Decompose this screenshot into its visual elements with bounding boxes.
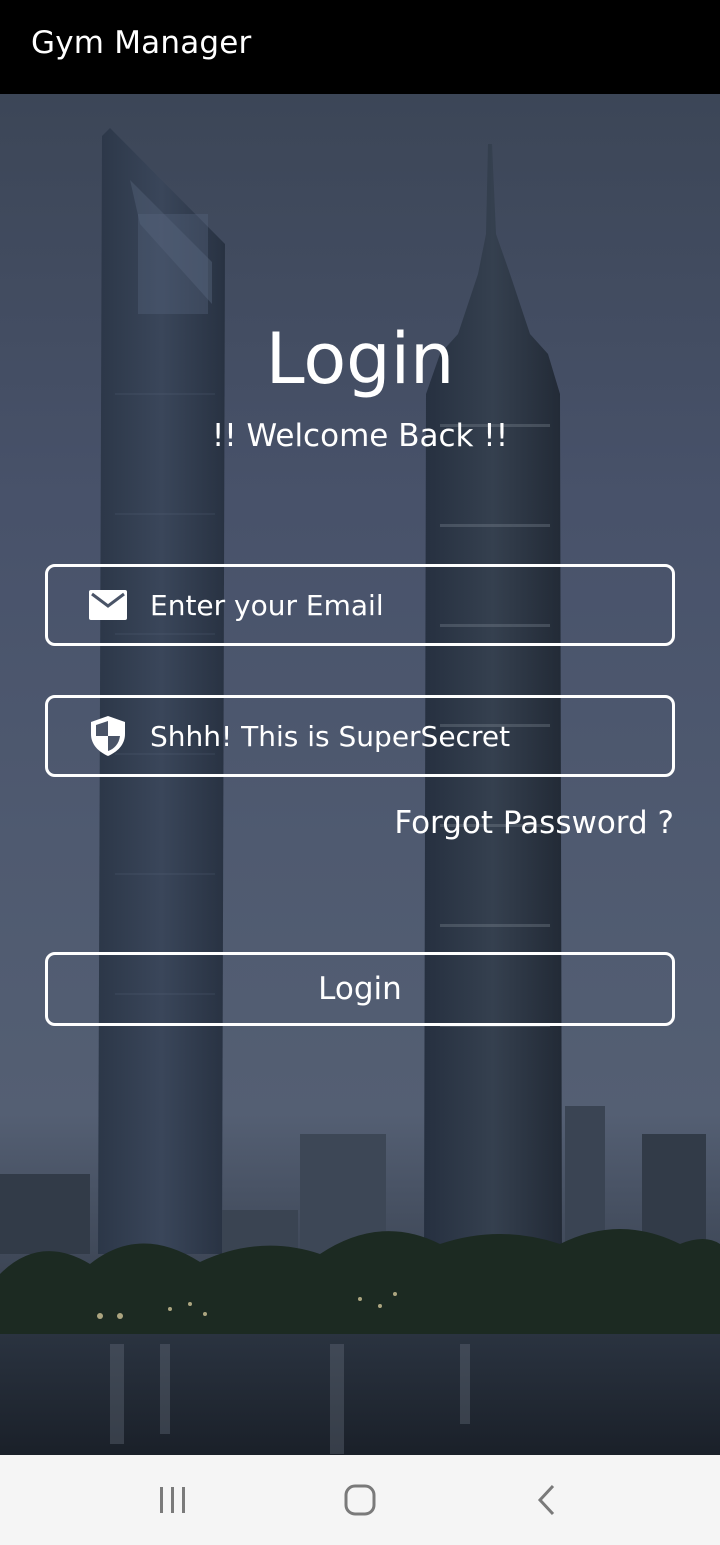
login-screen: Gym Manager Login !! Welcome Back !! Ent… — [0, 0, 720, 1545]
recent-apps-icon — [160, 1487, 186, 1513]
email-placeholder: Enter your Email — [150, 588, 384, 622]
recent-apps-button[interactable] — [143, 1470, 203, 1530]
home-button[interactable] — [330, 1470, 390, 1530]
app-bar: Gym Manager — [0, 0, 720, 94]
back-button[interactable] — [517, 1470, 577, 1530]
welcome-subtitle: !! Welcome Back !! — [211, 418, 509, 454]
password-placeholder: Shhh! This is SuperSecret — [150, 719, 511, 753]
password-field[interactable]: Shhh! This is SuperSecret — [45, 695, 675, 777]
system-nav-bar — [0, 1455, 720, 1545]
home-icon — [344, 1484, 376, 1516]
login-button[interactable]: Login — [45, 952, 675, 1026]
page-title: Login — [265, 318, 455, 400]
app-title: Gym Manager — [31, 25, 252, 61]
email-field[interactable]: Enter your Email — [45, 564, 675, 646]
forgot-password-link[interactable]: Forgot Password ? — [394, 805, 674, 841]
shield-icon — [86, 714, 130, 758]
envelope-icon — [86, 583, 130, 627]
back-icon — [537, 1484, 554, 1516]
